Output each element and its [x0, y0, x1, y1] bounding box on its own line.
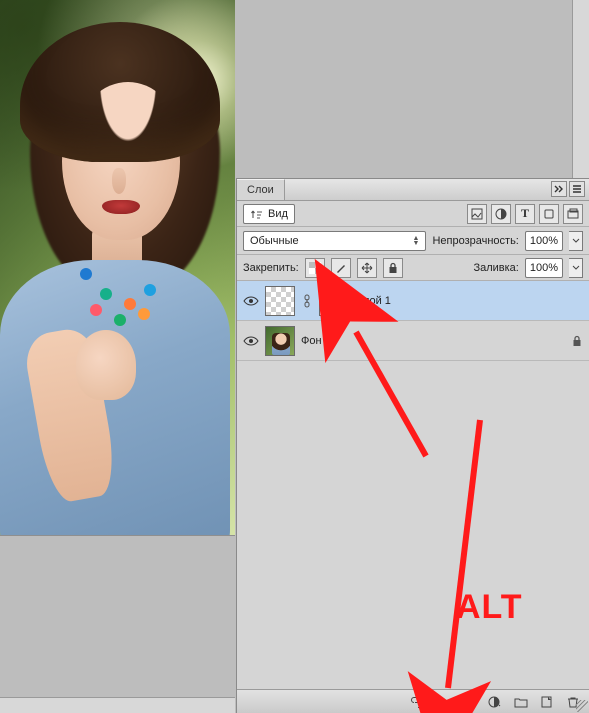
- link-layers-button[interactable]: [409, 694, 425, 710]
- mask-icon: [462, 696, 476, 708]
- photo-subject: [0, 30, 235, 530]
- fill-input[interactable]: 100%: [525, 258, 563, 278]
- brush-icon: [335, 262, 347, 274]
- layer-locked-indicator: [571, 335, 583, 347]
- eye-icon: [243, 335, 259, 347]
- sort-icon: [250, 207, 264, 221]
- add-mask-button[interactable]: [461, 694, 477, 710]
- layer-filter-row: Вид T: [237, 201, 589, 227]
- layer-mask-thumbnail[interactable]: [319, 286, 349, 316]
- link-icon: [410, 696, 424, 708]
- filter-pixel-button[interactable]: [467, 204, 487, 224]
- filter-text-button[interactable]: T: [515, 204, 535, 224]
- checker-icon: [309, 262, 321, 274]
- menu-icon: [572, 185, 582, 193]
- folder-icon: [514, 696, 528, 708]
- filter-type-label: Вид: [268, 208, 288, 220]
- blend-opacity-row: Обычные ▲▼ Непрозрачность: 100%: [237, 227, 589, 255]
- smart-object-icon: [567, 208, 579, 220]
- lock-icon: [571, 335, 583, 347]
- opacity-dropdown[interactable]: [569, 231, 583, 251]
- panel-tabbar: Слои: [237, 179, 589, 201]
- fill-dropdown[interactable]: [569, 258, 583, 278]
- mask-link-icon[interactable]: [301, 286, 313, 316]
- layer-thumbnail[interactable]: [265, 286, 295, 316]
- move-icon: [361, 262, 373, 274]
- mask-shape: [323, 290, 345, 312]
- tab-layers[interactable]: Слои: [237, 179, 285, 200]
- layer-name[interactable]: Фон: [301, 335, 322, 347]
- text-icon: T: [521, 206, 529, 221]
- image-icon: [471, 208, 483, 220]
- lock-pixels-button[interactable]: [331, 258, 351, 278]
- chevrons-right-icon: [554, 185, 564, 193]
- chevron-down-icon: [572, 265, 580, 271]
- vertical-scrollbar[interactable]: [572, 0, 589, 178]
- eye-icon: [243, 295, 259, 307]
- new-layer-button[interactable]: [539, 694, 555, 710]
- horizontal-scrollbar[interactable]: [0, 697, 235, 713]
- canvas-area: [0, 0, 235, 713]
- canvas-pasteboard: [0, 535, 235, 713]
- new-group-button[interactable]: [513, 694, 529, 710]
- panel-collapse-button[interactable]: [551, 181, 567, 197]
- new-adjustment-button[interactable]: [487, 694, 503, 710]
- fill-label: Заливка:: [473, 262, 518, 274]
- opacity-label: Непрозрачность:: [432, 235, 518, 247]
- filter-type-select[interactable]: Вид: [243, 204, 295, 224]
- opacity-input[interactable]: 100%: [525, 231, 563, 251]
- resize-grip[interactable]: [576, 700, 588, 712]
- blend-mode-value: Обычные: [250, 235, 299, 247]
- layer-style-button[interactable]: fx▾: [435, 694, 451, 710]
- lock-label: Закрепить:: [243, 262, 299, 274]
- lock-all-button[interactable]: [383, 258, 403, 278]
- select-arrows-icon: ▲▼: [413, 236, 420, 246]
- lock-transparent-button[interactable]: [305, 258, 325, 278]
- layer-thumbnail[interactable]: [265, 326, 295, 356]
- visibility-toggle[interactable]: [243, 293, 259, 309]
- layers-panel: Слои Вид T: [236, 178, 589, 713]
- layers-list[interactable]: Слой 1 Фон: [237, 281, 589, 689]
- document-preview[interactable]: [0, 0, 235, 535]
- blend-mode-select[interactable]: Обычные ▲▼: [243, 231, 426, 251]
- panel-menu-button[interactable]: [569, 181, 585, 197]
- fx-icon: fx▾: [437, 696, 449, 708]
- circle-half-icon: [495, 208, 507, 220]
- panel-footer: fx▾: [237, 689, 589, 713]
- visibility-toggle[interactable]: [243, 333, 259, 349]
- circle-half-icon: [488, 696, 502, 708]
- new-page-icon: [540, 696, 554, 708]
- filter-adjustment-button[interactable]: [491, 204, 511, 224]
- filter-smartobject-button[interactable]: [563, 204, 583, 224]
- layer-row[interactable]: Слой 1: [237, 281, 589, 321]
- chevron-down-icon: [572, 238, 580, 244]
- lock-position-button[interactable]: [357, 258, 377, 278]
- layer-name[interactable]: Слой 1: [355, 295, 391, 307]
- lock-icon: [387, 262, 399, 274]
- layer-row[interactable]: Фон: [237, 321, 589, 361]
- shape-icon: [543, 208, 555, 220]
- filter-shape-button[interactable]: [539, 204, 559, 224]
- lock-fill-row: Закрепить: Заливка: 100%: [237, 255, 589, 281]
